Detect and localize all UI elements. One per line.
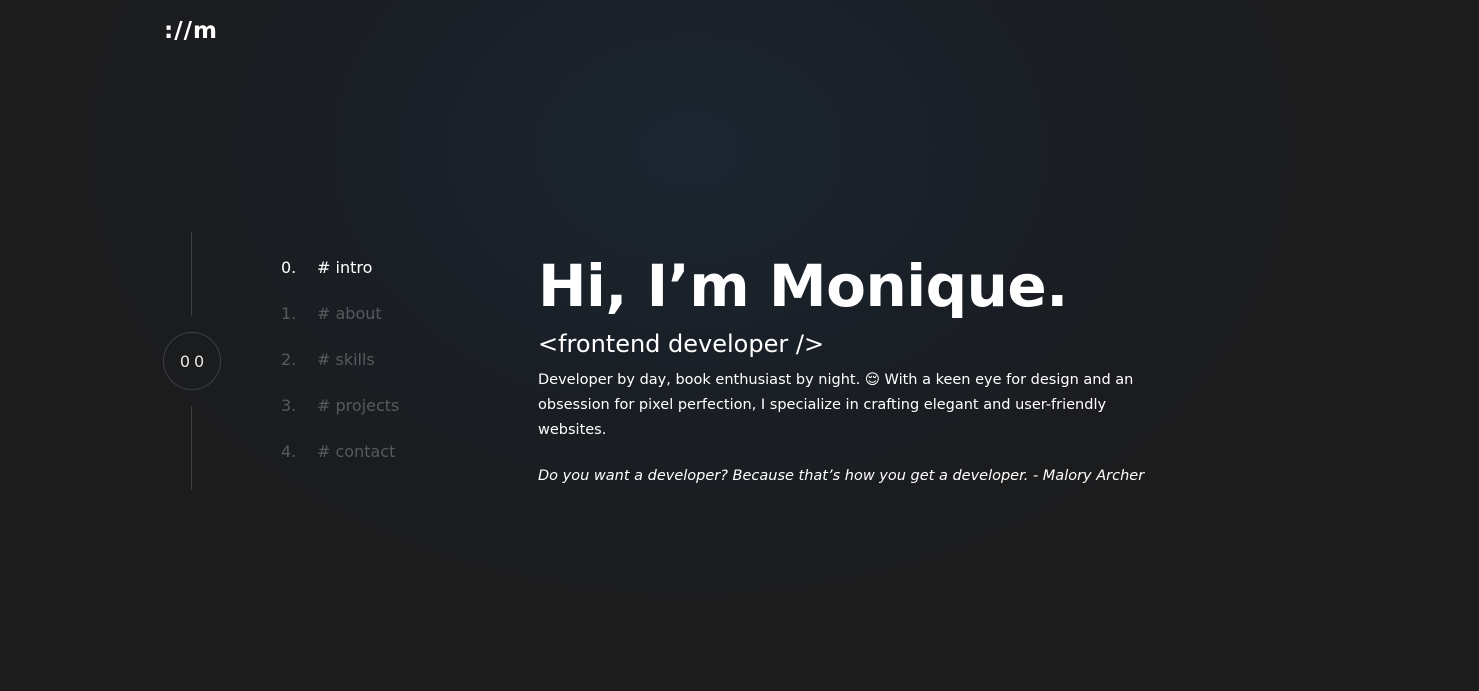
nav-item-number: 2. (281, 350, 297, 369)
nav-item-label: # skills (317, 350, 375, 369)
nav-item-label: # about (317, 304, 382, 323)
nav-item-label: # projects (317, 396, 400, 415)
hero-quote: Do you want a developer? Because that’s … (538, 468, 1145, 484)
nav-item-number: 1. (281, 304, 297, 323)
progress-line-top (191, 232, 192, 316)
nav-item-contact[interactable]: 4. # contact (281, 442, 399, 488)
hero-description: Developer by day, book enthusiast by nig… (538, 372, 1134, 438)
site-logo[interactable]: :/​/m (164, 18, 218, 44)
progress-line-bottom (191, 406, 192, 490)
section-nav: 0. # intro 1. # about 2. # skills 3. # p… (281, 258, 399, 488)
nav-item-label: # intro (317, 258, 373, 277)
hero-subheading: <frontend developer /> (538, 330, 825, 358)
section-counter: 00 (163, 332, 221, 390)
section-progress: 00 (163, 232, 221, 490)
nav-item-skills[interactable]: 2. # skills (281, 350, 399, 396)
nav-item-number: 4. (281, 442, 297, 461)
nav-item-intro[interactable]: 0. # intro (281, 258, 399, 304)
nav-item-label: # contact (317, 442, 396, 461)
nav-item-number: 0. (281, 258, 297, 277)
nav-item-number: 3. (281, 396, 297, 415)
intro-section: Hi, I’m Monique. <frontend developer /> … (538, 248, 1158, 489)
nav-item-projects[interactable]: 3. # projects (281, 396, 399, 442)
nav-item-about[interactable]: 1. # about (281, 304, 399, 350)
hero-heading: Hi, I’m Monique. (538, 252, 1068, 320)
